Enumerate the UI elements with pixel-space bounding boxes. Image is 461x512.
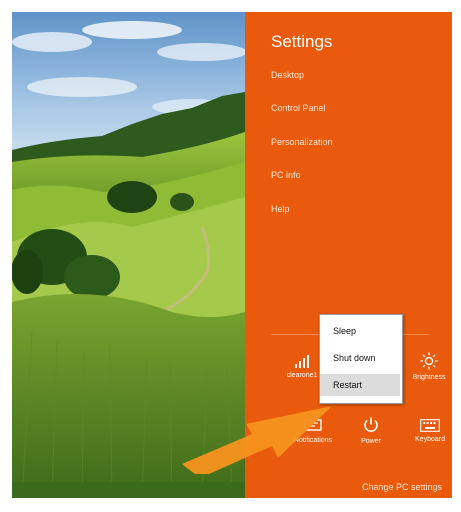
brightness-label: Brightness [412, 374, 446, 381]
settings-item-pc-info[interactable]: PC info [271, 170, 301, 180]
power-option-sleep[interactable]: Sleep [320, 320, 400, 342]
power-icon [364, 417, 378, 432]
orange-arrow-annotation [182, 406, 332, 474]
power-tile[interactable]: Power [348, 416, 394, 445]
settings-item-personalization[interactable]: Personalization [271, 137, 333, 147]
settings-item-desktop[interactable]: Desktop [271, 70, 304, 80]
change-pc-settings-link[interactable]: Change PC settings [362, 482, 442, 492]
power-option-restart[interactable]: Restart [320, 374, 400, 396]
brightness-tile[interactable]: Brightness [406, 352, 452, 381]
signal-bars-icon [295, 355, 309, 368]
settings-item-control-panel[interactable]: Control Panel [271, 103, 326, 113]
power-label: Power [361, 438, 381, 445]
sun-icon [420, 352, 438, 370]
settings-item-help[interactable]: Help [271, 204, 290, 214]
keyboard-tile[interactable]: Keyboard [407, 419, 452, 443]
network-label: clearone1 [286, 372, 318, 379]
power-option-shut-down[interactable]: Shut down [320, 347, 400, 369]
settings-title: Settings [271, 32, 333, 51]
power-options-menu: Sleep Shut down Restart [319, 314, 403, 404]
keyboard-icon [420, 419, 440, 432]
screen: Settings Desktop Control Panel Personali… [12, 12, 452, 498]
keyboard-label: Keyboard [415, 436, 445, 443]
